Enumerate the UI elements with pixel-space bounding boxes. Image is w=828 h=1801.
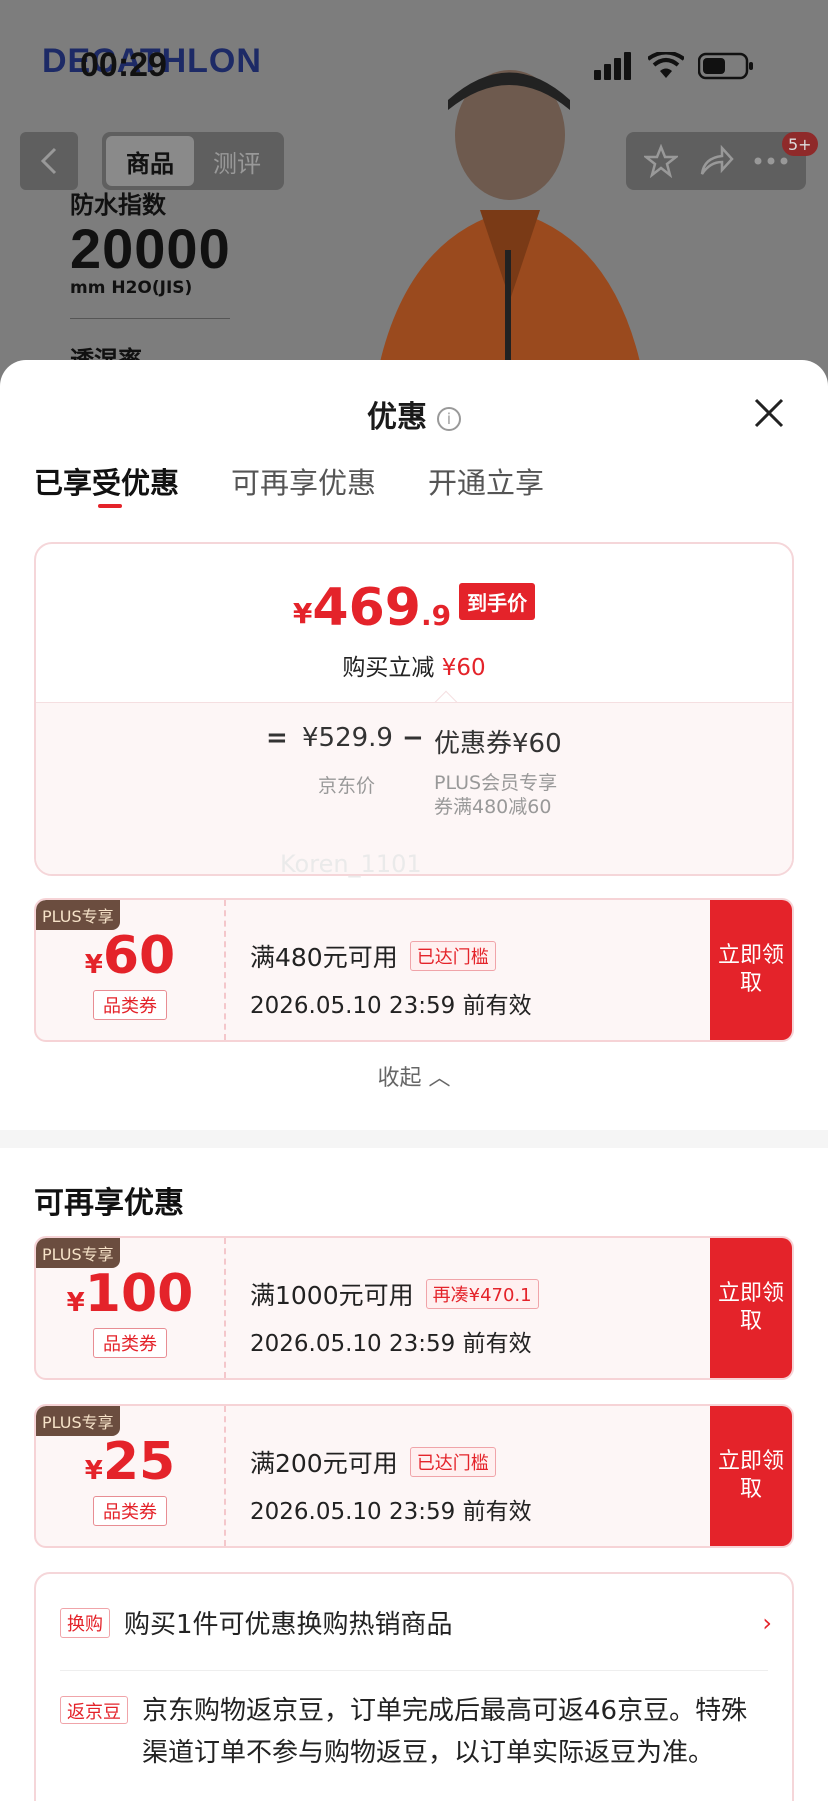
more-offers-title: 可再享优惠 [34, 1186, 184, 1221]
tab-enjoyed[interactable]: 已享受优惠 [34, 460, 179, 508]
coupon-divider [224, 1406, 226, 1546]
collapse-button[interactable]: 收起 ︿ [0, 1060, 828, 1092]
exchange-text: 购买1件可优惠换购热销商品 [124, 1610, 453, 1640]
back-button[interactable] [20, 132, 78, 190]
coupon-condition-row: 满480元可用 已达门槛 [250, 938, 496, 974]
coupon-condition: 满480元可用 [250, 943, 398, 972]
coupon-condition-row: 满1000元可用 再凑¥470.1 [250, 1276, 539, 1312]
coupon-expiry: 2026.05.10 23:59 前有效 [250, 1499, 532, 1525]
jd-price: ¥529.9 [302, 723, 393, 753]
coupon-discount-amount: 优惠券¥60 [434, 729, 562, 759]
coupon-currency: ¥ [84, 1456, 103, 1486]
spec-value: 20000 [70, 217, 231, 280]
coupon-card: PLUS专享 ¥60 品类券 满480元可用 已达门槛 2026.05.10 23… [34, 898, 794, 1042]
jd-price-label: 京东价 [318, 775, 376, 797]
chevron-up-icon: ︿ [428, 1066, 451, 1091]
coupon-discount-desc: PLUS会员专享券满480减60 [434, 772, 558, 818]
instant-discount-value: ¥60 [441, 655, 486, 681]
spec-waterproof: 防水指数 20000 mm H2O(JIS) [70, 185, 231, 298]
coupon-value: 100 [84, 1264, 194, 1324]
coupon-card: PLUS专享 ¥100 品类券 满1000元可用 再凑¥470.1 2026.05… [34, 1236, 794, 1380]
info-icon[interactable]: i [437, 406, 461, 431]
tab-more-offers[interactable]: 可再享优惠 [231, 460, 376, 502]
close-icon[interactable] [752, 396, 786, 430]
discount-tabs: 已享受优惠 可再享优惠 开通立享 [34, 460, 544, 508]
sheet-title-row: 优惠 i [0, 392, 828, 436]
minus-sign: − [402, 723, 424, 753]
coupon-category: 品类券 [93, 1496, 167, 1526]
coupon-amount: ¥25 [36, 1436, 224, 1488]
instant-discount-label: 购买立减 [342, 655, 435, 681]
tab-product[interactable]: 商品 [106, 136, 194, 186]
coupon-value: 25 [102, 1432, 176, 1492]
instant-discount: 购买立减 ¥60 [36, 648, 792, 682]
tab-review[interactable]: 测评 [194, 144, 280, 179]
chevron-left-icon [40, 147, 57, 175]
coupon-currency: ¥ [66, 1288, 85, 1318]
final-price-integer: 469 [312, 578, 421, 638]
coupon-category: 品类券 [93, 1328, 167, 1358]
claim-coupon-button[interactable]: 立即领取 [710, 900, 792, 1040]
coupon-status: 已达门槛 [409, 1447, 496, 1477]
star-icon[interactable] [644, 144, 678, 178]
final-price: ¥ 469 .9 到手价 [36, 582, 792, 634]
coupon-expiry: 2026.05.10 23:59 前有效 [250, 993, 532, 1019]
coupon-amount: ¥100 [36, 1268, 224, 1320]
battery-icon [698, 52, 753, 80]
wifi-icon [648, 52, 684, 78]
coupon-condition-row: 满200元可用 已达门槛 [250, 1444, 496, 1480]
coupon-currency: ¥ [84, 950, 103, 980]
jd-beans-row: 返京豆 京东购物返京豆，订单完成后最高可返46京豆。特殊渠道订单不参与购物返豆，… [60, 1690, 772, 1774]
equals-sign: = [266, 723, 288, 753]
tab-activate[interactable]: 开通立享 [428, 460, 544, 502]
section-divider [0, 1130, 828, 1148]
coupon-condition: 满200元可用 [250, 1449, 398, 1478]
spec-divider [70, 318, 230, 319]
product-page-background: DECATHLON 防水指数 20000 mm H2O(JIS) 透湿率 00:… [0, 0, 828, 400]
row-divider [60, 1670, 768, 1671]
coupon-card: PLUS专享 ¥25 品类券 满200元可用 已达门槛 2026.05.10 23… [34, 1404, 794, 1548]
jd-beans-tag: 返京豆 [60, 1696, 128, 1724]
share-icon[interactable] [698, 144, 734, 178]
final-price-currency: ¥ [292, 597, 313, 630]
price-summary-box: ¥ 469 .9 到手价 购买立减 ¥60 = ¥529.9 京东价 − 优惠券… [34, 542, 794, 876]
cellular-signal-icon [594, 52, 631, 80]
product-review-switch: 商品 测评 [102, 132, 284, 190]
coupon-expiry: 2026.05.10 23:59 前有效 [250, 1331, 532, 1357]
final-price-decimal: .9 [420, 599, 452, 632]
final-price-tag: 到手价 [459, 583, 536, 620]
exchange-offer-row[interactable]: 换购 购买1件可优惠换购热销商品 › [60, 1604, 772, 1641]
coupon-status: 再凑¥470.1 [425, 1279, 539, 1309]
coupon-divider [224, 900, 226, 1040]
status-time: 00:29 [80, 46, 167, 84]
collapse-label: 收起 [377, 1066, 422, 1091]
chevron-right-icon: › [762, 1608, 772, 1637]
coupon-condition: 满1000元可用 [250, 1281, 414, 1310]
coupon-category: 品类券 [93, 990, 167, 1020]
spec-label: 防水指数 [70, 191, 166, 219]
coupon-value: 60 [102, 926, 176, 986]
exchange-tag: 换购 [60, 1607, 110, 1638]
model-photo [372, 70, 648, 400]
watermark: Koren_1101 [280, 850, 422, 878]
coupon-amount: ¥60 [36, 930, 224, 982]
sheet-title: 优惠 [367, 400, 427, 435]
extra-benefits-box: 换购 购买1件可优惠换购热销商品 › 返京豆 京东购物返京豆，订单完成后最高可返… [34, 1572, 794, 1801]
coupon-divider [224, 1238, 226, 1378]
message-count-badge: 5+ [782, 132, 818, 156]
coupon-status: 已达门槛 [409, 941, 496, 971]
jd-beans-text: 京东购物返京豆，订单完成后最高可返46京豆。特殊渠道订单不参与购物返豆，以订单实… [142, 1696, 748, 1768]
claim-coupon-button[interactable]: 立即领取 [710, 1406, 792, 1546]
top-action-bar [626, 132, 806, 190]
claim-coupon-button[interactable]: 立即领取 [710, 1238, 792, 1378]
more-icon[interactable] [754, 156, 788, 166]
spec-unit: mm H2O(JIS) [70, 278, 193, 298]
discount-sheet: 优惠 i 已享受优惠 可再享优惠 开通立享 ¥ 469 .9 到手价 购买立减 ¥… [0, 360, 828, 1801]
